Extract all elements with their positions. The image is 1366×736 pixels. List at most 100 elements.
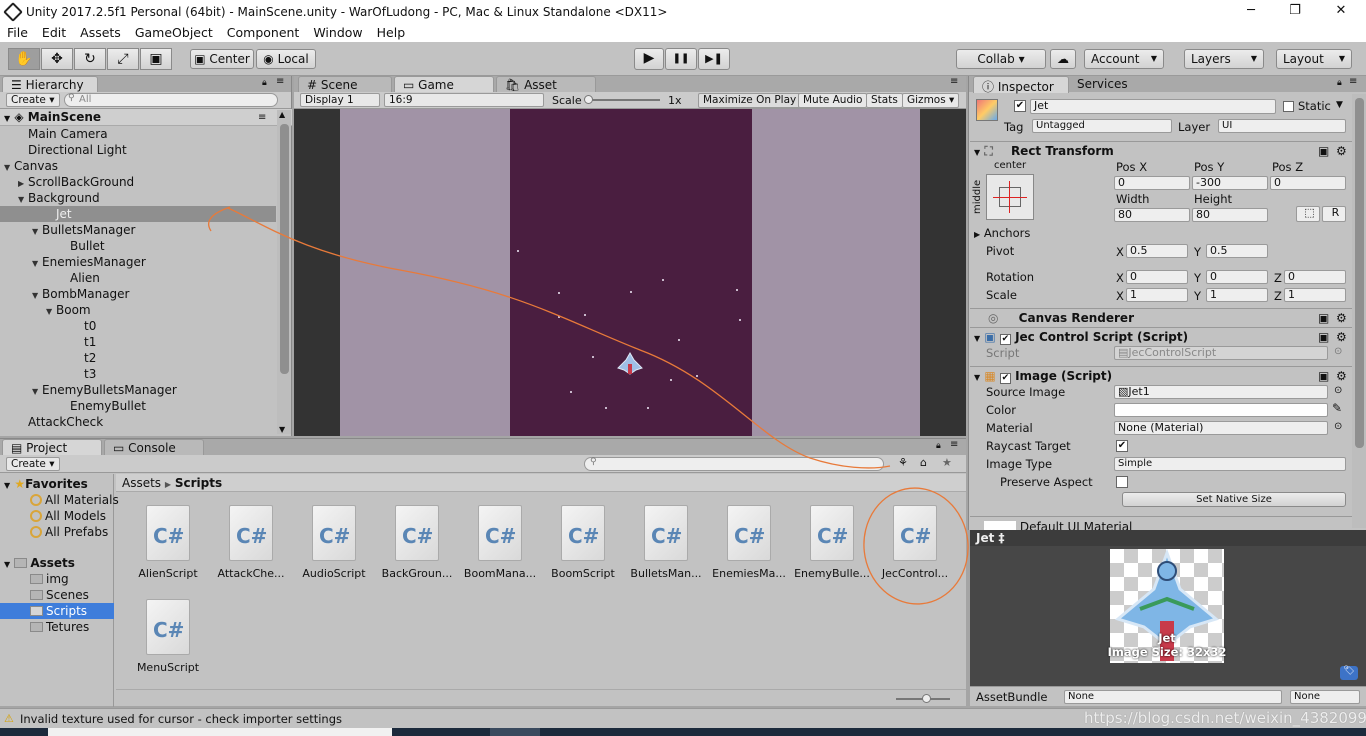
- create-dropdown[interactable]: Create ▾: [6, 93, 60, 107]
- hierarchy-row[interactable]: Directional Light: [0, 142, 276, 158]
- script-component-header[interactable]: ▼ ▣ ✔ Jec Control Script (Script) ▣ ⚙: [970, 327, 1352, 345]
- rotation-z-field[interactable]: 0: [1284, 270, 1346, 284]
- rect-tool-icon[interactable]: ▣: [140, 48, 172, 70]
- script-asset[interactable]: C# EnemyBulle...: [790, 505, 874, 580]
- pivot-center-button[interactable]: ▣ Center: [190, 49, 254, 69]
- menu-component[interactable]: Component: [220, 23, 307, 42]
- folder-tetures[interactable]: Tetures: [0, 619, 114, 635]
- pos-x-field[interactable]: 0: [1114, 176, 1190, 190]
- play-button[interactable]: ▶: [634, 48, 664, 70]
- script-asset[interactable]: C# AlienScript: [126, 505, 210, 580]
- hierarchy-row[interactable]: t2: [0, 350, 276, 366]
- static-checkbox[interactable]: [1283, 101, 1294, 112]
- scale-z-field[interactable]: 1: [1284, 288, 1346, 302]
- collapse-arrow-icon[interactable]: ▼: [4, 560, 10, 569]
- scene-menu-icon[interactable]: ≡: [258, 109, 266, 126]
- image-type-dropdown[interactable]: Simple: [1114, 457, 1346, 471]
- menu-help[interactable]: Help: [370, 23, 413, 42]
- create-dropdown[interactable]: Create ▾: [6, 457, 60, 471]
- scene-header[interactable]: ▼ ◈ MainScene ≡: [0, 109, 292, 126]
- pivot-y-field[interactable]: 0.5: [1206, 244, 1268, 258]
- help-icon[interactable]: ▣: [1318, 309, 1329, 327]
- scrollbar-thumb[interactable]: [280, 124, 289, 374]
- tab-asset-store[interactable]: 🛍︎ Asset Store: [496, 76, 596, 106]
- icon-size-slider[interactable]: [896, 694, 950, 703]
- favorite-star-icon[interactable]: ★: [942, 456, 952, 469]
- panel-menu-icon[interactable]: ≡: [950, 439, 958, 450]
- raw-edit-button[interactable]: R: [1322, 206, 1346, 222]
- anchors-foldout[interactable]: ▶ Anchors: [974, 226, 1030, 240]
- image-component-header[interactable]: ▼ ▦ ✔ Image (Script) ▣ ⚙: [970, 366, 1352, 384]
- hierarchy-row[interactable]: ▶ ScrollBackGround: [0, 174, 276, 190]
- scale-slider-handle[interactable]: [584, 95, 593, 104]
- folder-scripts[interactable]: Scripts: [0, 603, 114, 619]
- inspector-scrollbar[interactable]: [1352, 94, 1366, 528]
- collapse-arrow-icon[interactable]: ▼: [974, 334, 980, 343]
- layer-dropdown[interactable]: UI: [1218, 119, 1346, 133]
- tab-scene[interactable]: # Scene: [298, 76, 392, 93]
- breadcrumb-scripts[interactable]: Scripts: [175, 476, 222, 490]
- set-native-size-button[interactable]: Set Native Size: [1122, 492, 1346, 507]
- tab-game[interactable]: ▭ Game: [394, 76, 494, 93]
- pivot-x-field[interactable]: 0.5: [1126, 244, 1188, 258]
- stats-toggle[interactable]: Stats: [866, 93, 903, 108]
- asset-label-icon[interactable]: 🏷︎: [1340, 666, 1358, 680]
- help-icon[interactable]: ▣: [1318, 328, 1329, 346]
- assetbundle-name-dropdown[interactable]: None: [1064, 690, 1282, 704]
- object-picker-icon[interactable]: ⊙: [1334, 421, 1342, 432]
- taskbar-app-button[interactable]: [490, 728, 540, 736]
- tab-hierarchy[interactable]: ☰ Hierarchy: [2, 76, 98, 93]
- hierarchy-row[interactable]: ▼ BombManager: [0, 286, 276, 302]
- active-checkbox[interactable]: ✔: [1014, 100, 1026, 112]
- favorite-all-models[interactable]: All Models: [0, 508, 114, 524]
- script-asset[interactable]: C# EnemiesMa...: [707, 505, 791, 580]
- tab-inspector[interactable]: ⓘ Inspector: [973, 76, 1069, 94]
- help-icon[interactable]: ▣: [1318, 142, 1329, 160]
- status-message[interactable]: Invalid texture used for cursor - check …: [20, 712, 342, 726]
- static-dropdown-icon[interactable]: ▼: [1336, 100, 1343, 110]
- assets-header[interactable]: ▼ Assets: [0, 555, 114, 571]
- blueprint-mode-button[interactable]: ⬚: [1296, 206, 1320, 222]
- scrollbar-thumb[interactable]: [1355, 98, 1364, 448]
- rotation-x-field[interactable]: 0: [1126, 270, 1188, 284]
- color-field[interactable]: [1114, 403, 1328, 417]
- preview-title[interactable]: Jet ‡: [970, 530, 1366, 546]
- settings-gear-icon[interactable]: ⚙: [1336, 328, 1347, 346]
- hierarchy-row[interactable]: Jet: [0, 206, 276, 222]
- script-asset[interactable]: C# JecControl...: [873, 505, 957, 580]
- script-asset[interactable]: C# AttackChe...: [209, 505, 293, 580]
- layers-dropdown[interactable]: Layers ▼: [1184, 49, 1264, 69]
- width-field[interactable]: 80: [1114, 208, 1190, 222]
- layout-dropdown[interactable]: Layout ▼: [1276, 49, 1352, 69]
- hierarchy-search-input[interactable]: All: [64, 93, 278, 107]
- eyedropper-icon[interactable]: ✎: [1332, 401, 1342, 415]
- tag-dropdown[interactable]: Untagged: [1032, 119, 1172, 133]
- collapse-arrow-icon[interactable]: ▼: [4, 481, 10, 490]
- object-picker-icon[interactable]: ⊙: [1334, 385, 1342, 396]
- maximize-on-play-toggle[interactable]: Maximize On Play: [698, 93, 802, 108]
- menu-window[interactable]: Window: [306, 23, 369, 42]
- hierarchy-row[interactable]: ▼ Canvas: [0, 158, 276, 174]
- anchor-preset-button[interactable]: [986, 174, 1034, 220]
- rect-transform-header[interactable]: ▼ ⛶ Rect Transform ▣ ⚙: [970, 141, 1352, 159]
- hierarchy-row[interactable]: ▼ BulletsManager: [0, 222, 276, 238]
- pause-button[interactable]: ❚❚: [665, 48, 697, 70]
- panel-menu-icon[interactable]: ≡: [950, 76, 958, 87]
- menu-assets[interactable]: Assets: [73, 23, 128, 42]
- hierarchy-row[interactable]: AttackCheck: [0, 414, 276, 430]
- folder-img[interactable]: img: [0, 571, 114, 587]
- project-search-input[interactable]: [584, 457, 884, 471]
- enabled-checkbox[interactable]: ✔: [999, 334, 1011, 345]
- panel-menu-icon[interactable]: ≡: [276, 76, 284, 87]
- collapse-arrow-icon[interactable]: ▼: [974, 373, 980, 382]
- rotation-y-field[interactable]: 0: [1206, 270, 1268, 284]
- settings-gear-icon[interactable]: ⚙: [1336, 142, 1347, 160]
- hierarchy-row[interactable]: Main Camera: [0, 126, 276, 142]
- favorite-all-materials[interactable]: All Materials: [0, 492, 119, 508]
- hierarchy-row[interactable]: Alien: [0, 270, 276, 286]
- hierarchy-row[interactable]: Bullet: [0, 238, 276, 254]
- mute-audio-toggle[interactable]: Mute Audio: [798, 93, 868, 108]
- hierarchy-row[interactable]: ▼ Background: [0, 190, 276, 206]
- hierarchy-row[interactable]: ▼ Boom: [0, 302, 276, 318]
- script-asset[interactable]: C# MenuScript: [126, 599, 210, 674]
